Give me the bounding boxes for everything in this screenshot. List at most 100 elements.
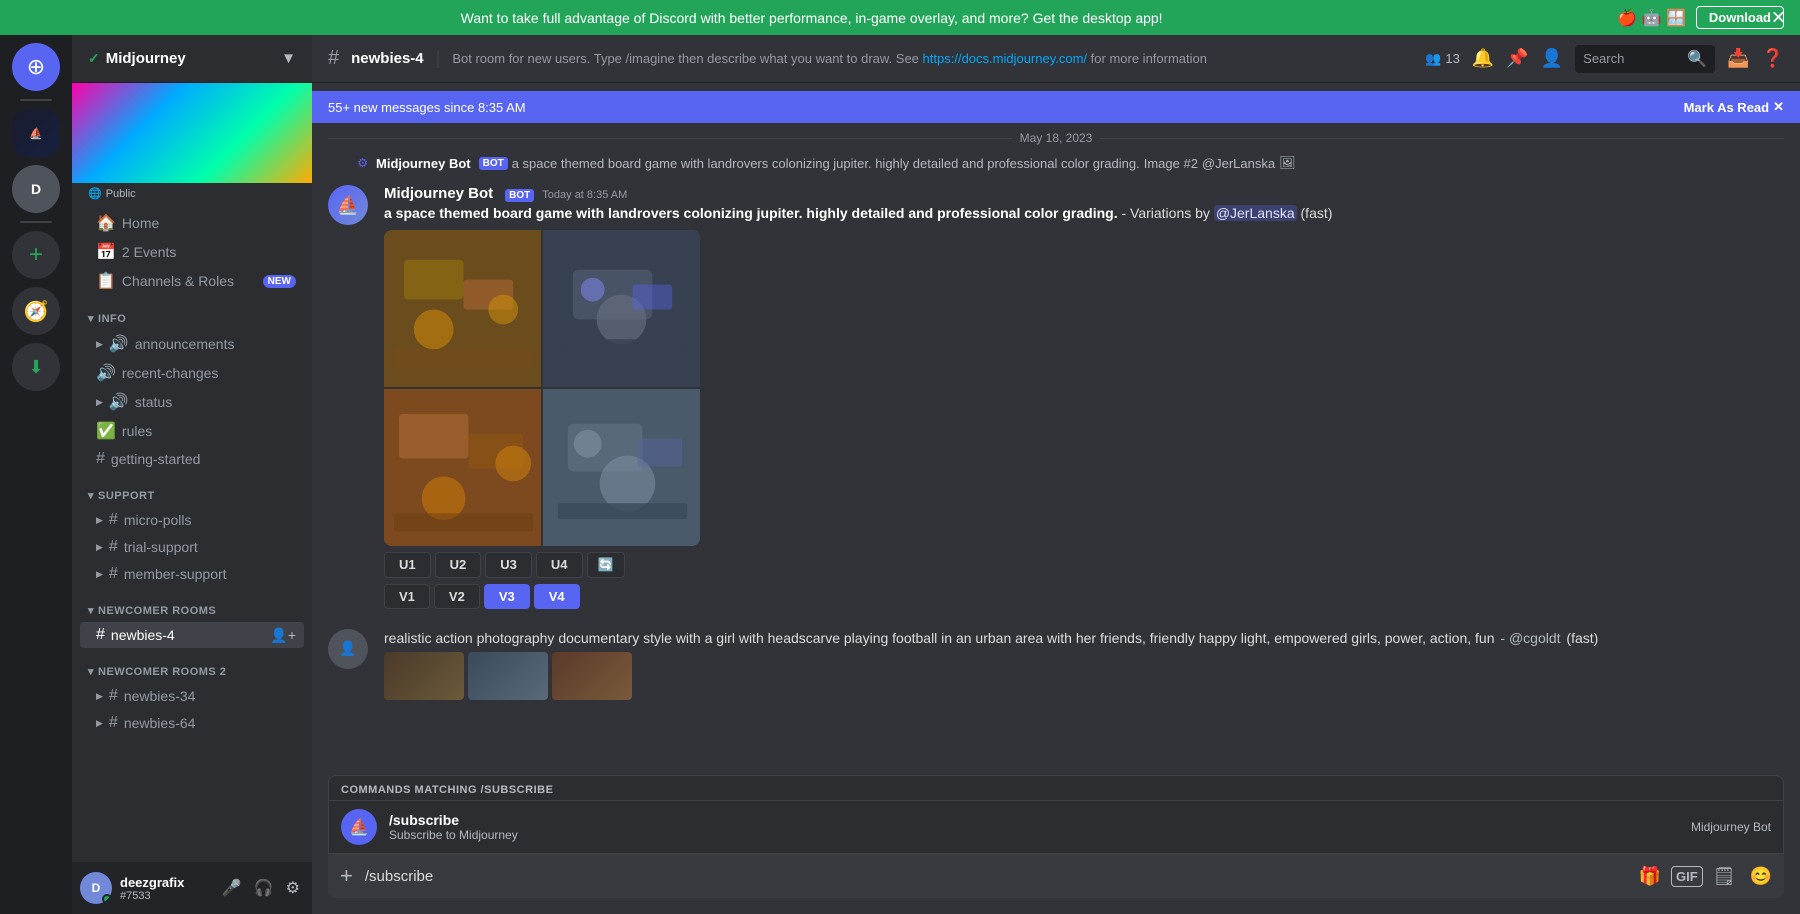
channel-description: Bot room for new users. Type /imagine th… [452,51,1413,66]
notifications-button[interactable]: 🔔 [1472,48,1494,69]
sidebar-item-recent-changes[interactable]: 🔊 recent-changes [80,359,304,387]
action-btn-refresh[interactable]: 🔄 [587,552,625,578]
server-icon-midjourney[interactable]: ⛵ [12,109,60,157]
message-mention: @JerLanska [1214,205,1297,221]
rules-icon: ✅ [96,421,116,441]
next-message-speed: (fast) [1566,630,1598,646]
header-divider: | [436,48,441,69]
action-btn-u3[interactable]: U3 [485,552,532,578]
gif-button[interactable]: GIF [1671,866,1703,887]
action-btn-u2[interactable]: U2 [435,552,482,578]
action-btn-v4[interactable]: V4 [534,584,580,609]
sidebar-header[interactable]: ✓ Midjourney ▼ [72,35,312,83]
sidebar-newbies-64-label: newbies-64 [124,715,296,731]
command-popup: COMMANDS MATCHING /subscribe ⛵ /subscrib… [328,775,1784,854]
getting-started-icon: # [96,450,105,468]
category-newcomer-rooms-2[interactable]: ▾ NEWCOMER ROOMS 2 [72,649,312,682]
sidebar-item-events[interactable]: 📅 2 Events [80,238,304,266]
sidebar-item-trial-support[interactable]: ▶ # trial-support [80,534,304,560]
category-support-label: SUPPORT [98,490,155,502]
action-btn-u1[interactable]: U1 [384,552,431,578]
gift-button[interactable]: 🎁 [1635,862,1665,891]
emoji-button[interactable]: 😊 [1746,862,1776,891]
action-btn-v1[interactable]: V1 [384,584,430,609]
preview-thumb-2 [468,652,548,700]
sidebar-item-channels-roles[interactable]: 📋 Channels & Roles NEW [80,267,304,295]
bot-message-author: Midjourney Bot [384,185,493,202]
image-content-2 [543,230,700,387]
input-actions: 🎁 GIF 🗒 😊 [1635,862,1776,891]
sidebar-item-rules[interactable]: ✅ rules [80,417,304,445]
mute-button[interactable]: 🎤 [218,874,246,902]
help-button[interactable]: ❓ [1762,48,1784,69]
server-icon-add[interactable]: + [12,231,60,279]
sidebar-item-newbies-34[interactable]: ▶ # newbies-34 [80,683,304,709]
sidebar-item-newbies-64[interactable]: ▶ # newbies-64 [80,710,304,736]
next-message-prompt: realistic action photography documentary… [384,630,1495,646]
inbox-button[interactable]: 📥 [1727,48,1749,69]
server-divider [20,99,52,101]
user-actions: 🎤 🎧 ⚙ [218,874,304,902]
image-content-4 [543,389,700,546]
sidebar-item-home[interactable]: 🏠 Home [80,209,304,237]
command-source: Midjourney Bot [1691,820,1771,834]
image-cell-4 [543,389,700,546]
category-newcomer-rooms[interactable]: ▾ NEWCOMER ROOMS [72,588,312,621]
command-item-subscribe[interactable]: ⛵ /subscribe Subscribe to Midjourney Mid… [329,800,1783,853]
status-icon: 🔊 [109,392,129,412]
sidebar-status-label: status [135,394,296,410]
pin-button[interactable]: 📌 [1506,48,1528,69]
search-box[interactable]: 🔍 [1575,45,1715,73]
action-btn-u4[interactable]: U4 [536,552,583,578]
newcomer-rooms-collapse-icon: ▾ [88,604,94,617]
newbies-4-icon: # [96,626,105,644]
message-input-field[interactable] [361,858,1635,895]
main-bot-message: ⛵ Midjourney Bot BOT Today at 8:35 AM a … [312,177,1800,617]
sidebar-item-newbies-4[interactable]: # newbies-4 👤+ [80,622,304,648]
server-icon-explore[interactable]: 🧭 [12,287,60,335]
date-label: May 18, 2023 [1020,131,1093,145]
server-icon-discord-home[interactable]: ⊕ [12,43,60,91]
sidebar-channels: 🏠 Home 📅 2 Events 📋 Channels & Roles NEW… [72,208,312,862]
channel-desc-text: Bot room for new users. Type /imagine th… [452,51,919,66]
server-icon-user[interactable]: D [12,165,60,213]
input-plus-button[interactable]: + [336,859,361,893]
sidebar-item-micro-polls[interactable]: ▶ # micro-polls [80,507,304,533]
next-message-content: realistic action photography documentary… [384,629,1784,701]
search-input[interactable] [1583,51,1681,66]
action-btn-v3[interactable]: V3 [484,584,530,609]
banner-close-button[interactable]: ✕ [1771,7,1786,28]
mark-as-read-button[interactable]: Mark As Read ✕ [1684,99,1784,115]
sidebar-item-getting-started[interactable]: # getting-started [80,446,304,472]
new-messages-banner[interactable]: 55+ new messages since 8:35 AM Mark As R… [312,91,1800,123]
sidebar-item-announcements[interactable]: ▶ 🔊 announcements [80,330,304,358]
system-bot-name: Midjourney Bot [376,156,471,171]
server-icon-download[interactable]: ⬇ [12,343,60,391]
sidebar-newbies-4-label: newbies-4 [111,627,264,643]
channel-name-header: newbies-4 [351,50,424,67]
trial-support-icon: # [109,538,118,556]
channel-header: # newbies-4 | Bot room for new users. Ty… [312,35,1800,83]
sidebar-channels-roles-label: Channels & Roles [122,273,257,289]
public-label: Public [106,188,136,200]
deafen-button[interactable]: 🎧 [250,874,278,902]
category-support[interactable]: ▾ SUPPORT [72,473,312,506]
category-info[interactable]: ▾ INFO [72,296,312,329]
sidebar-events-label: 2 Events [122,244,296,260]
settings-button[interactable]: ⚙ [282,874,304,902]
image-attach-icon: 🖼 [1279,155,1296,171]
action-btn-v2[interactable]: V2 [434,584,480,609]
add-member-icon[interactable]: 👤+ [270,627,296,644]
members-count-label: 13 [1445,51,1459,66]
preview-strip [384,648,1784,700]
system-message-text: a space themed board game with landrover… [512,156,1140,171]
sticker-button[interactable]: 🗒 [1709,862,1740,891]
sidebar-item-status[interactable]: ▶ 🔊 status [80,388,304,416]
category-collapse-icon: ▾ [88,312,94,325]
channel-doc-link[interactable]: https://docs.midjourney.com/ [923,51,1088,66]
image-content-3 [384,389,541,546]
image-grid [384,230,700,546]
command-popup-header: COMMANDS MATCHING /subscribe [329,776,1783,800]
sidebar-item-member-support[interactable]: ▶ # member-support [80,561,304,587]
members-button[interactable]: 👤 [1541,48,1563,69]
